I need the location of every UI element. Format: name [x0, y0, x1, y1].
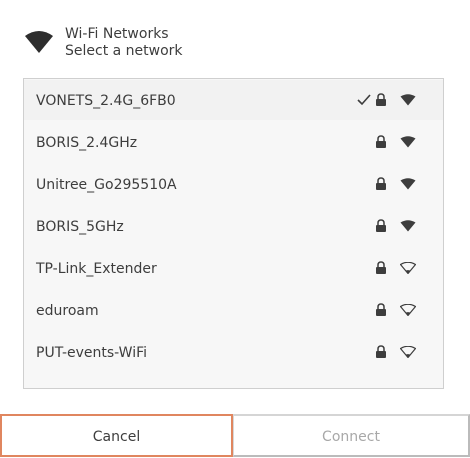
lock-icon — [376, 261, 386, 274]
wifi-icon — [25, 31, 53, 53]
network-ssid: BORIS_2.4GHz — [36, 135, 138, 151]
lock-icon — [376, 93, 386, 106]
network-ssid: Unitree_Go295510A — [36, 177, 177, 193]
dialog-subtitle: Select a network — [65, 43, 183, 59]
dialog-header: Wi-Fi Networks Select a network — [24, 26, 444, 66]
signal-weak-icon — [400, 262, 416, 274]
network-row[interactable]: eduroam — [24, 290, 443, 330]
lock-icon — [376, 303, 386, 316]
lock-icon — [376, 345, 386, 358]
dialog-title: Wi-Fi Networks — [65, 26, 169, 42]
network-ssid: eduroam — [36, 303, 99, 319]
lock-icon — [376, 219, 386, 232]
network-row[interactable]: Unitree_Go295510A — [24, 164, 443, 204]
lock-icon — [376, 177, 386, 190]
cancel-button[interactable]: Cancel — [0, 414, 233, 457]
network-row[interactable]: BORIS_2.4GHz — [24, 122, 443, 162]
signal-strong-icon — [400, 178, 416, 190]
network-list: VONETS_2.4G_6FB0 BORIS_2.4GHz Unitree_Go… — [23, 78, 444, 389]
header-text: Wi-Fi Networks Select a network — [65, 26, 183, 60]
wifi-dialog: Wi-Fi Networks Select a network VONETS_2… — [0, 0, 470, 458]
signal-weak-icon — [400, 346, 416, 358]
network-ssid: BORIS_5GHz — [36, 219, 124, 235]
network-row[interactable]: VONETS_2.4G_6FB0 — [24, 80, 443, 120]
signal-strong-icon — [400, 220, 416, 232]
network-ssid: PUT-events-WiFi — [36, 345, 148, 361]
lock-icon — [376, 135, 386, 148]
signal-strong-icon — [400, 94, 416, 106]
network-row[interactable]: PUT-events-WiFi — [24, 332, 443, 372]
network-ssid: VONETS_2.4G_6FB0 — [36, 93, 176, 109]
check-icon — [357, 94, 371, 106]
network-row[interactable]: BORIS_5GHz — [24, 206, 443, 246]
connect-button[interactable]: Connect — [233, 414, 470, 457]
signal-strong-icon — [400, 136, 416, 148]
signal-weak-icon — [400, 304, 416, 316]
network-ssid: TP-Link_Extender — [36, 261, 157, 277]
network-row[interactable]: TP-Link_Extender — [24, 248, 443, 288]
